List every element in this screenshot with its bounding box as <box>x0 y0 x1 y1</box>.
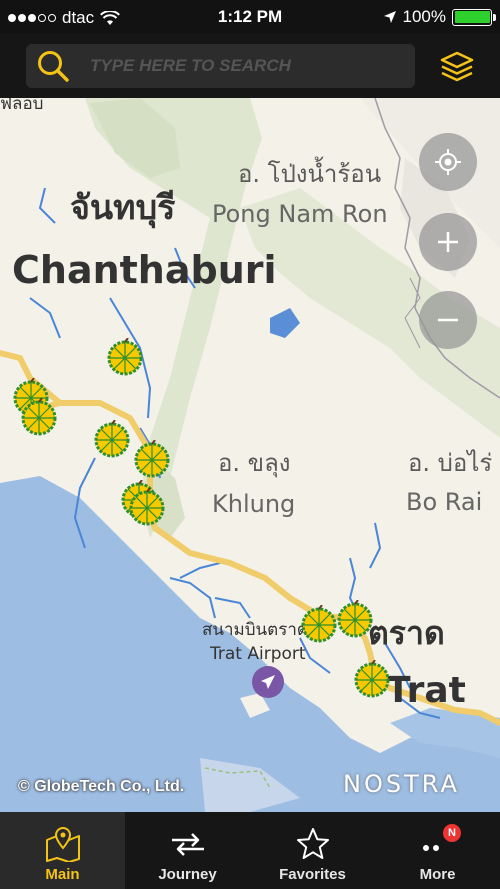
durian-pin[interactable] <box>353 660 391 698</box>
map-label-trat-th: ตราด <box>368 614 445 652</box>
zoom-in-button[interactable] <box>419 213 477 271</box>
search-icon <box>38 51 69 82</box>
map-label-chanthaburi-en: Chanthaburi <box>12 248 277 292</box>
tab-favorites-label: Favorites <box>279 866 346 883</box>
battery-percent: 100% <box>402 7 446 26</box>
map-label-borai-en: Bo Rai <box>406 488 483 516</box>
layers-icon <box>440 51 474 82</box>
crosshair-icon <box>435 149 461 175</box>
map-label-cutoff: ฟลอบ <box>0 98 44 114</box>
map-label-airport-en: Trat Airport <box>210 644 306 664</box>
tab-more-label: More <box>419 866 456 883</box>
map-label-airport-th: สนามบินตราด <box>202 620 308 640</box>
journey-arrows-icon <box>168 826 208 862</box>
layers-button[interactable] <box>438 48 476 86</box>
map-label-khlung-th: อ. ขลุง <box>218 449 291 477</box>
status-bar: dtac 1:12 PM 100% <box>0 0 500 34</box>
tab-main-label: Main <box>45 866 80 883</box>
durian-pin[interactable] <box>128 488 166 526</box>
map-view[interactable]: ฟลอบ จันทบุรี Chanthaburi อ. โป่งน้ำร้อน… <box>0 98 500 812</box>
tab-journey-label: Journey <box>158 866 217 883</box>
bottom-tab-bar: Main Journey Favorites N More <box>0 812 500 889</box>
airplane-icon <box>261 675 275 689</box>
search-input[interactable] <box>80 44 415 88</box>
zoom-out-button[interactable] <box>419 291 477 349</box>
map-pin-icon <box>43 826 83 862</box>
durian-pin[interactable] <box>20 398 58 436</box>
map-label-chanthaburi-th: จันทบุรี <box>70 188 176 228</box>
map-copyright: © GlobeTech Co., Ltd. <box>18 778 185 795</box>
tab-journey[interactable]: Journey <box>125 812 250 889</box>
search-button[interactable] <box>26 44 80 88</box>
tab-more[interactable]: N More <box>375 812 500 889</box>
durian-pin[interactable] <box>336 600 374 638</box>
minus-icon <box>438 318 458 322</box>
status-right: 100% <box>383 7 496 27</box>
map-label-borai-th: อ. บ่อไร่ <box>408 449 493 477</box>
map-label-khlung-en: Khlung <box>212 490 296 518</box>
tab-main[interactable]: Main <box>0 812 125 889</box>
location-arrow-icon <box>383 11 396 23</box>
map-label-pong-en: Pong Nam Ron <box>212 200 388 228</box>
durian-pin[interactable] <box>300 605 338 643</box>
locate-button[interactable] <box>419 133 477 191</box>
search-toolbar <box>0 34 500 98</box>
notification-badge: N <box>443 824 461 842</box>
durian-pin[interactable] <box>106 338 144 376</box>
plus-icon <box>438 232 458 252</box>
battery-icon <box>452 8 496 26</box>
airport-marker[interactable] <box>252 666 284 698</box>
durian-pin[interactable] <box>133 440 171 478</box>
map-brand-logo: NOSTRA <box>343 770 460 798</box>
map-label-pong-th: อ. โป่งน้ำร้อน <box>238 160 382 188</box>
star-icon <box>293 826 333 862</box>
durian-pin[interactable] <box>93 420 131 458</box>
tab-favorites[interactable]: Favorites <box>250 812 375 889</box>
map-label-trat-en: Trat <box>386 670 466 711</box>
